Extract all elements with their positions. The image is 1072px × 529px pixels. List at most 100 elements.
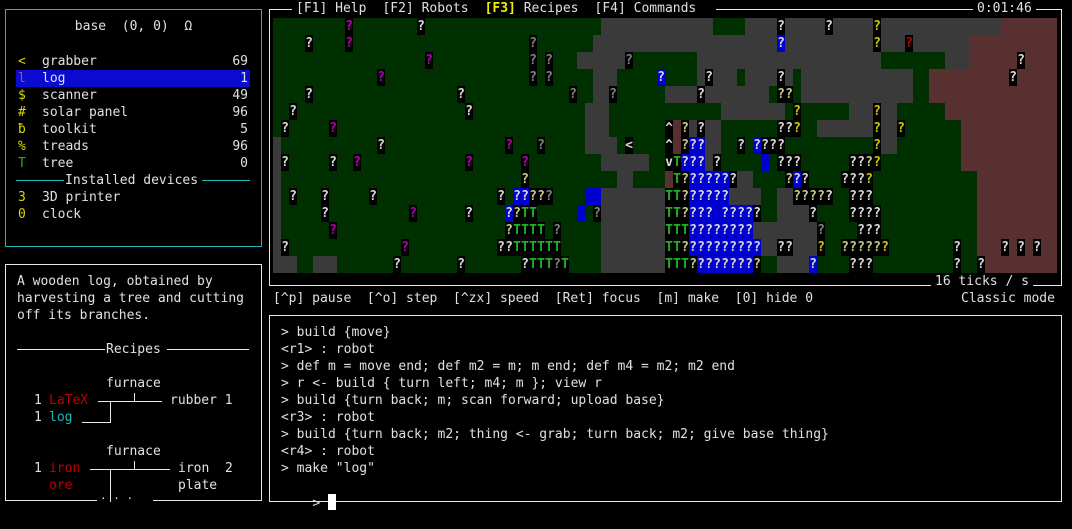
unknown-entity-icon: ? [505, 239, 513, 256]
unknown-entity-icon: ? [505, 222, 513, 239]
robot-icon[interactable]: ^ [665, 137, 673, 154]
unknown-entity-icon: ? [801, 188, 809, 205]
tree-icon: T [529, 256, 537, 273]
unknown-entity-icon: ? [593, 205, 601, 222]
unknown-entity-icon: ? [697, 171, 705, 188]
more-indicator[interactable]: · · · [100, 490, 133, 507]
repl-prompt-row[interactable]: > [281, 477, 336, 529]
unknown-entity-icon: ? [737, 239, 745, 256]
unknown-entity-icon: ? [369, 188, 377, 205]
repl-panel[interactable]: > build {move} <r1> : robot > def m = move… [269, 315, 1062, 511]
unknown-entity-icon: ? [753, 256, 761, 273]
unknown-entity-icon: ? [977, 256, 985, 273]
unknown-entity-icon: ? [753, 205, 761, 222]
unknown-entity-icon: ? [281, 120, 289, 137]
device-clock[interactable]: 0 clock [16, 206, 250, 223]
unknown-entity-icon: ? [697, 256, 705, 273]
device-3d-printer[interactable]: 3 3D printer [16, 189, 250, 206]
inventory-item-tree[interactable]: Ttree 0 [16, 155, 250, 172]
inventory-item-toolkit[interactable]: ƀ toolkit 5 [16, 121, 250, 138]
unknown-entity-icon: ? [841, 239, 849, 256]
unknown-entity-icon: ? [777, 69, 785, 86]
unknown-entity-icon: ? [873, 137, 881, 154]
unknown-entity-icon: ? [513, 188, 521, 205]
unknown-entity-icon: ? [1017, 52, 1025, 69]
inventory-item-solar-panel[interactable]: # solar panel 96 [16, 104, 250, 121]
unknown-entity-icon: ? [681, 120, 689, 137]
inventory-item-log[interactable]: l log 1 [16, 70, 250, 87]
unknown-entity-icon: ? [761, 137, 769, 154]
shortcut-bar[interactable]: [^p] pause [^o] step [^zx] speed [Ret] f… [273, 290, 813, 307]
divider [202, 180, 250, 181]
unknown-entity-icon: ? [737, 205, 745, 222]
unknown-entity-icon: ? [817, 239, 825, 256]
unknown-entity-icon: ? [857, 188, 865, 205]
robot-icon[interactable]: v [665, 154, 673, 171]
unknown-entity-icon: ? [865, 171, 873, 188]
recipe-output: plate [178, 478, 218, 493]
unknown-entity-icon: ? [857, 256, 865, 273]
tree-icon: T [561, 256, 569, 273]
text-cursor [327, 494, 336, 510]
tab-robots[interactable]: [F2] Robots [382, 1, 468, 16]
unknown-entity-icon: ? [513, 205, 521, 222]
inventory-item-grabber[interactable]: < grabber 69 [16, 53, 250, 70]
unknown-entity-icon: ? [545, 52, 553, 69]
unknown-entity-icon: ? [609, 86, 617, 103]
repl-command: > def m = move end; def m2 = m; m end; d… [281, 359, 735, 374]
tab-bar: [F1] Help [F2] Robots [F3] Recipes [F4] Com… [292, 0, 717, 17]
unknown-entity-icon: ? [825, 188, 833, 205]
tab-key: [F2] [382, 1, 414, 16]
unknown-entity-icon: ? [713, 239, 721, 256]
tab-label: Robots [421, 1, 469, 16]
unknown-entity-icon: ? [537, 137, 545, 154]
tab-commands[interactable]: [F4] Commands [595, 1, 697, 16]
divider [167, 349, 249, 350]
unknown-entity-icon: ? [697, 205, 705, 222]
unknown-entity-icon: ? [377, 137, 385, 154]
inventory-item-treads[interactable]: % treads 96 [16, 138, 250, 155]
unknown-entity-icon: ? [793, 120, 801, 137]
unknown-entity-icon: ? [785, 86, 793, 103]
tree-icon: T [553, 239, 561, 256]
unknown-entity-icon: ? [873, 205, 881, 222]
unknown-entity-icon: ? [465, 103, 473, 120]
item-count: 5 [240, 122, 248, 137]
recipe-input-qty: 1 [34, 410, 42, 425]
inventory-item-scanner[interactable]: $ scanner 49 [16, 87, 250, 104]
unknown-entity-icon: ? [505, 137, 513, 154]
item-name: scanner [42, 88, 97, 103]
tab-key: [F4] [594, 1, 626, 16]
unknown-entity-icon: ? [689, 137, 697, 154]
unknown-entity-icon: ? [305, 35, 313, 52]
world-map[interactable]: ???????????????????????????????????? ^???… [273, 18, 1057, 273]
tree-icon: T [529, 239, 537, 256]
unknown-entity-icon: ? [873, 35, 881, 52]
repl-command: > make "log" [281, 461, 375, 476]
repl-result: <r3> : robot [281, 410, 375, 425]
unknown-entity-icon: ? [785, 239, 793, 256]
unknown-entity-icon: ? [553, 222, 561, 239]
tab-label: Commands [633, 1, 697, 16]
unknown-entity-icon: ? [777, 18, 785, 35]
unknown-entity-icon: ? [697, 154, 705, 171]
tab-help[interactable]: [F1] Help [296, 1, 366, 16]
robot-icon[interactable]: ^ [665, 120, 673, 137]
item-count: 96 [232, 105, 248, 120]
unknown-entity-icon: ? [697, 222, 705, 239]
recipes-header: Recipes [106, 342, 161, 357]
item-glyph-icon: # [18, 105, 26, 120]
tree-icon: T [665, 188, 673, 205]
unknown-entity-icon: ? [457, 86, 465, 103]
unknown-entity-icon: ? [705, 256, 713, 273]
unknown-entity-icon: ? [521, 171, 529, 188]
divider [17, 349, 105, 350]
device-name: clock [42, 207, 82, 222]
robot-icon[interactable]: < [625, 137, 633, 154]
terrain-region [745, 69, 769, 86]
unknown-entity-icon: ? [785, 154, 793, 171]
unknown-entity-icon: ? [865, 154, 873, 171]
unknown-entity-icon: ? [873, 222, 881, 239]
tab-recipes[interactable]: [F3] Recipes [485, 1, 579, 16]
unknown-entity-icon: ? [865, 205, 873, 222]
